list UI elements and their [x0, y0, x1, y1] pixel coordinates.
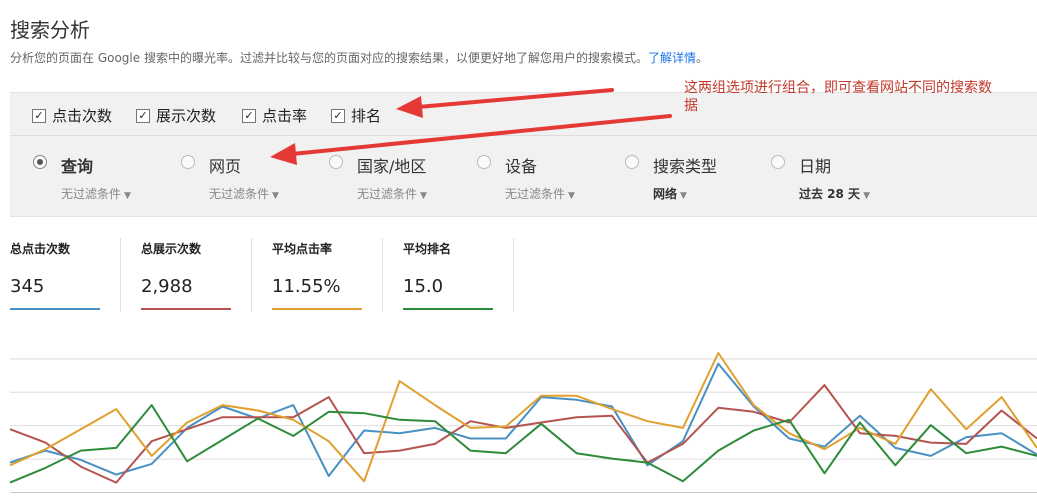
performance-line-chart: [9, 352, 1037, 493]
series-line-impressions: [9, 384, 1037, 484]
